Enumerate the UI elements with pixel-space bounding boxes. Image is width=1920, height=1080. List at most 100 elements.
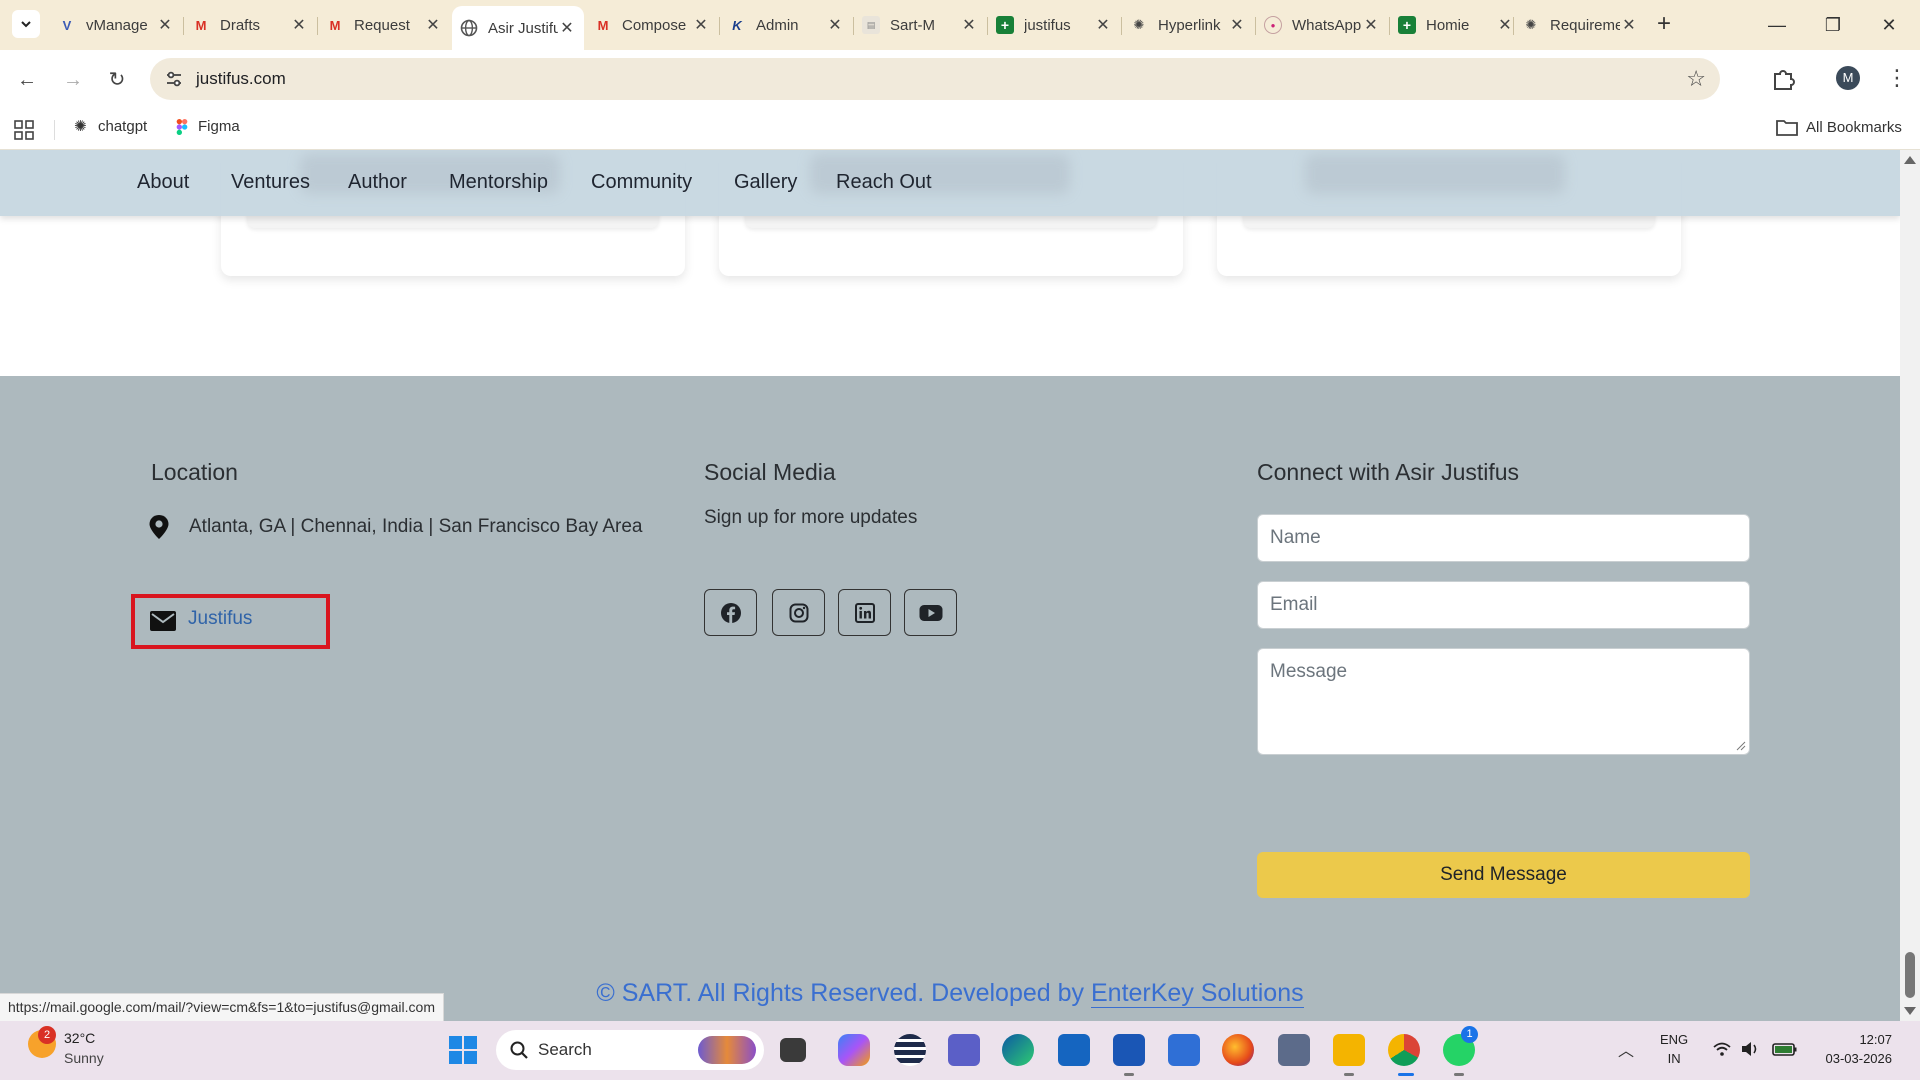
windows-start-icon[interactable] (448, 1035, 478, 1065)
facebook-button[interactable] (704, 589, 757, 636)
chevron-down-icon (21, 21, 31, 28)
bookmark-figma[interactable]: Figma (174, 118, 240, 135)
clock-time: 12:07 (1859, 1032, 1892, 1047)
azure-icon[interactable] (1058, 1034, 1090, 1066)
close-icon[interactable]: ✕ (558, 18, 576, 38)
url-text[interactable]: justifus.com (196, 69, 286, 89)
gmail-icon: M (329, 17, 341, 33)
volume-icon[interactable] (1740, 1039, 1760, 1059)
wifi-icon[interactable] (1712, 1039, 1732, 1059)
close-window-button[interactable]: ✕ (1866, 10, 1912, 40)
close-icon[interactable]: ✕ (1228, 15, 1246, 35)
close-icon[interactable]: ✕ (1496, 15, 1514, 35)
running-indicator (1454, 1073, 1464, 1076)
tab-asir-justifus[interactable]: Asir Justifus ✕ (452, 6, 584, 50)
nav-reach-out[interactable]: Reach Out (836, 171, 932, 194)
tab-sart[interactable]: ▤ Sart-M ✕ (854, 8, 986, 42)
file-explorer-icon[interactable] (1333, 1034, 1365, 1066)
tab-drafts[interactable]: M Drafts ✕ (184, 8, 316, 42)
eclipse-icon[interactable] (894, 1034, 926, 1066)
nav-community[interactable]: Community (591, 171, 692, 194)
nav-gallery[interactable]: Gallery (734, 171, 797, 194)
page-scrollbar[interactable] (1900, 150, 1920, 1021)
new-tab-button[interactable]: + (1652, 11, 1676, 37)
close-icon[interactable]: ✕ (826, 15, 844, 35)
bookmark-star-icon[interactable]: ☆ (1686, 66, 1706, 92)
tab-request[interactable]: M Request ✕ (318, 8, 450, 42)
scroll-up-arrow-icon[interactable] (1904, 156, 1916, 164)
taskbar-search[interactable]: Search (496, 1030, 764, 1070)
mail-app-icon[interactable] (1278, 1034, 1310, 1066)
tab-search-button[interactable] (12, 10, 40, 38)
scroll-down-arrow-icon[interactable] (1904, 1007, 1916, 1015)
weather-temp[interactable]: 32°C (64, 1030, 95, 1046)
store-icon[interactable] (1113, 1034, 1145, 1066)
forward-button[interactable]: → (58, 65, 88, 95)
close-icon[interactable]: ✕ (692, 15, 710, 35)
close-icon[interactable]: ✕ (1362, 15, 1380, 35)
close-icon[interactable]: ✕ (290, 15, 308, 35)
clock-date: 03-03-2026 (1825, 1051, 1893, 1066)
browser-menu-icon[interactable]: ⋮ (1886, 64, 1908, 92)
back-button[interactable]: ← (12, 65, 42, 95)
tab-compose[interactable]: M Compose ✕ (586, 8, 718, 42)
message-textarea[interactable]: Message (1257, 648, 1750, 755)
nav-ventures[interactable]: Ventures (231, 171, 310, 194)
restore-button[interactable]: ❐ (1810, 10, 1856, 40)
scrollbar-thumb[interactable] (1905, 952, 1915, 998)
close-icon[interactable]: ✕ (156, 15, 174, 35)
send-message-button[interactable]: Send Message (1257, 852, 1750, 898)
enterkey-link[interactable]: EnterKey Solutions (1090, 979, 1304, 1008)
battery-icon[interactable] (1772, 1039, 1798, 1059)
tab-title: Drafts (220, 16, 261, 34)
nav-author[interactable]: Author (348, 171, 407, 194)
email-input[interactable]: Email (1257, 581, 1750, 629)
running-indicator (1344, 1073, 1354, 1076)
tab-title: Requirements (1550, 16, 1620, 34)
email-link[interactable]: Justifus (188, 608, 252, 630)
copyright-prefix: © SART. All Rights Reserved. Developed b… (596, 979, 1091, 1007)
profile-avatar[interactable]: M (1836, 66, 1860, 90)
copilot-icon[interactable] (838, 1034, 870, 1066)
minimize-button[interactable]: — (1754, 10, 1800, 40)
task-view-icon[interactable] (780, 1038, 806, 1062)
apps-grid-icon[interactable] (14, 120, 34, 140)
sheets-icon: + (996, 16, 1014, 34)
all-bookmarks-button[interactable]: All Bookmarks (1776, 118, 1902, 136)
vmanage-icon: V (62, 17, 72, 33)
close-icon[interactable]: ✕ (1620, 15, 1638, 35)
name-input[interactable]: Name (1257, 514, 1750, 562)
close-icon[interactable]: ✕ (1094, 15, 1112, 35)
chrome-icon[interactable] (1388, 1034, 1420, 1066)
resize-handle-icon[interactable] (1736, 741, 1746, 751)
nav-about[interactable]: About (137, 171, 189, 194)
tab-title: Compose (622, 16, 687, 34)
tab-admin[interactable]: K Admin ✕ (720, 8, 852, 42)
site-info-icon[interactable] (164, 69, 184, 89)
edge-icon[interactable] (1002, 1034, 1034, 1066)
youtube-button[interactable] (904, 589, 957, 636)
reload-button[interactable]: ↻ (102, 65, 132, 95)
show-hidden-icons-chevron-icon[interactable]: ︿ (1618, 1037, 1634, 1061)
tab-hyperlink[interactable]: ✺ Hyperlink ✕ (1122, 8, 1254, 42)
instagram-button[interactable] (772, 589, 825, 636)
address-bar[interactable]: justifus.com ☆ (150, 58, 1720, 100)
tab-homie[interactable]: + Homie ✕ (1390, 8, 1522, 42)
tab-vmanage[interactable]: V vManage ✕ (50, 8, 182, 42)
notepad-icon[interactable] (1168, 1034, 1200, 1066)
close-icon[interactable]: ✕ (960, 15, 978, 35)
close-icon[interactable]: ✕ (424, 15, 442, 35)
extensions-icon[interactable] (1770, 66, 1796, 92)
linkedin-button[interactable] (838, 589, 891, 636)
system-clock[interactable]: 12:07 03-03-2026 (1816, 1030, 1893, 1068)
language-indicator[interactable]: ENG IN (1660, 1030, 1688, 1068)
weather-condition[interactable]: Sunny (64, 1050, 104, 1066)
tab-whatsapp[interactable]: ● WhatsApp ✕ (1256, 8, 1388, 42)
firefox-icon[interactable] (1222, 1034, 1254, 1066)
tab-requirements[interactable]: ✺ Requirements ✕ (1514, 8, 1646, 42)
bookmark-chatgpt[interactable]: ✺ chatgpt (74, 118, 147, 135)
teams-icon[interactable] (948, 1034, 980, 1066)
tab-title: justifus (1024, 16, 1071, 34)
tab-justifus-sheet[interactable]: + justifus ✕ (988, 8, 1120, 42)
nav-mentorship[interactable]: Mentorship (449, 171, 548, 194)
